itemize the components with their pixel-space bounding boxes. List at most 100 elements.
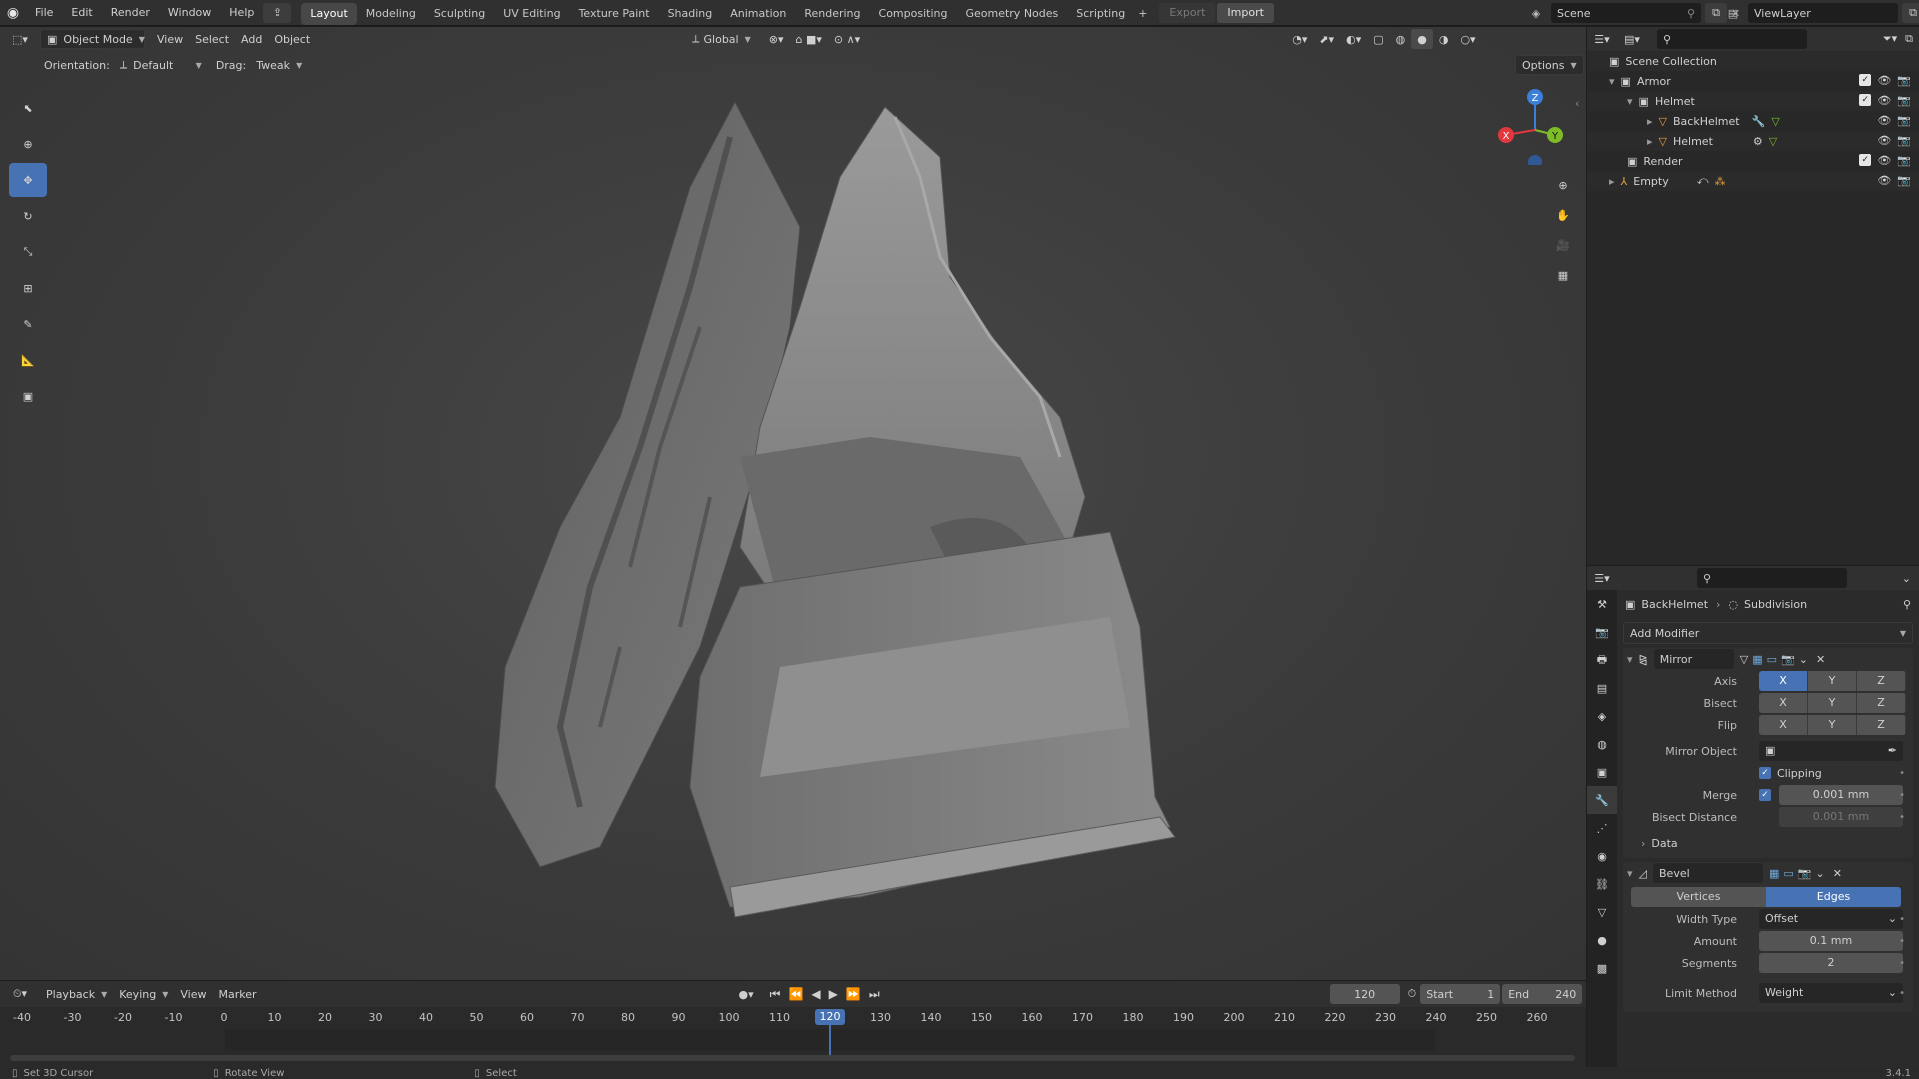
close-icon[interactable]: ✕ [1816, 653, 1825, 666]
physics-tab-icon[interactable]: ◉ [1587, 842, 1617, 870]
tab-uv-editing[interactable]: UV Editing [494, 3, 569, 25]
mesh-data-icon[interactable]: ▽ [1769, 135, 1777, 148]
menu-add[interactable]: Add [235, 29, 268, 49]
measure-icon[interactable]: 📐 [9, 343, 47, 377]
menu-file[interactable]: File [26, 0, 62, 26]
pivot-icon[interactable]: ⊗▾ [763, 29, 790, 49]
menu-keying[interactable]: Keying ▼ [113, 984, 174, 1004]
children-icon[interactable]: ⁂ [1715, 175, 1726, 188]
end-frame-field[interactable]: End 240 [1502, 984, 1583, 1004]
menu-view[interactable]: View [151, 29, 189, 49]
mirror-object-field[interactable]: ▣ ✒ [1759, 741, 1903, 761]
transform-orientation-dropdown[interactable]: ⟂ Global ▼ [686, 29, 757, 49]
expand-arrow-icon[interactable]: ▸ [1647, 115, 1653, 128]
outliner-type-icon[interactable]: ☰▾ [1587, 33, 1617, 46]
outliner-search-input[interactable]: ⚲ [1657, 29, 1807, 49]
render-icon[interactable]: 📷 [1798, 867, 1812, 880]
3d-viewport[interactable]: ⬚▾ ▣ Object Mode ▼ View Select Add Object … [0, 27, 1586, 980]
render-icon[interactable]: 📷 [1781, 653, 1795, 666]
bevel-name-field[interactable]: Bevel [1653, 863, 1763, 883]
modifier-icon[interactable]: ⚙ [1753, 135, 1763, 148]
keyframe-dot-icon[interactable]: • [1899, 768, 1905, 779]
material-tab-icon[interactable]: ● [1587, 926, 1617, 954]
tab-modeling[interactable]: Modeling [357, 3, 425, 25]
properties-type-icon[interactable]: ☰▾ [1587, 572, 1617, 585]
move-icon[interactable]: ✥ [9, 163, 47, 197]
options-dropdown[interactable]: Options ▼ [1515, 55, 1584, 75]
tab-rendering[interactable]: Rendering [795, 3, 869, 25]
axis-y-toggle[interactable]: Y [1808, 671, 1857, 691]
shading-rendered-icon[interactable]: ○▾ [1454, 29, 1481, 49]
merge-checkbox[interactable]: ✓ [1759, 789, 1771, 801]
tab-layout[interactable]: Layout [301, 2, 357, 25]
eye-icon[interactable]: 👁 [1877, 154, 1891, 167]
realtime-icon[interactable]: ▭ [1767, 653, 1777, 666]
flip-z-toggle[interactable]: Z [1857, 715, 1906, 735]
xray-icon[interactable]: ▢ [1367, 29, 1389, 49]
eye-icon[interactable]: 👁 [1877, 94, 1891, 107]
axis-gizmo[interactable]: Z Y X [1490, 85, 1570, 165]
collapse-arrow-icon[interactable]: ▾ [1627, 653, 1633, 666]
flip-x-toggle[interactable]: X [1759, 715, 1808, 735]
filter-icon[interactable]: ⏷▾ [1883, 32, 1897, 46]
vertices-toggle[interactable]: Vertices [1631, 887, 1766, 907]
texture-tab-icon[interactable]: ▩ [1587, 954, 1617, 982]
app-templates-icon[interactable]: ⇪ [263, 2, 292, 23]
mode-dropdown[interactable]: ▣ Object Mode ▼ [40, 29, 145, 49]
import-button[interactable]: Import [1217, 2, 1274, 23]
edit-cage-icon[interactable]: ▽ [1740, 653, 1748, 666]
add-cube-icon[interactable]: ▣ [9, 379, 47, 413]
exclude-checkbox[interactable]: ✓ [1859, 74, 1872, 86]
export-button[interactable]: Export [1159, 2, 1216, 23]
menu-playback[interactable]: Playback ▼ [40, 984, 113, 1004]
chevron-down-icon[interactable]: ⌄ [1816, 867, 1825, 880]
camera-icon[interactable]: 📷 [1897, 94, 1911, 107]
prev-keyframe-icon[interactable]: ⏪ [788, 987, 803, 1001]
shading-wireframe-icon[interactable]: ◍ [1390, 29, 1412, 49]
editor-type-icon[interactable]: ⬚▾ [0, 33, 40, 46]
camera-view-icon[interactable]: 🎥 [1549, 231, 1577, 259]
zoom-icon[interactable]: ⊕ [1549, 171, 1577, 199]
tab-scripting[interactable]: Scripting [1067, 3, 1134, 25]
eye-icon[interactable]: 👁 [1877, 174, 1891, 187]
expand-arrow-icon[interactable]: ▾ [1627, 95, 1633, 108]
output-tab-icon[interactable]: 🖶 [1587, 646, 1617, 674]
outliner-row[interactable]: ▾ ▣ Armor ✓ 👁 📷 [1587, 71, 1919, 91]
data-tab-icon[interactable]: ▽ [1587, 898, 1617, 926]
scale-icon[interactable]: ⤡ [9, 235, 47, 269]
scene-selector[interactable]: ◈ Scene ⚲ ⧉ ✕ [1525, 3, 1745, 23]
menu-marker[interactable]: Marker [212, 984, 262, 1004]
limit-method-dropdown[interactable]: Weight ⌄ [1759, 983, 1903, 1003]
new-collection-icon[interactable]: ⧉ [1905, 32, 1913, 46]
close-icon[interactable]: ✕ [1833, 867, 1842, 880]
menu-select[interactable]: Select [189, 29, 235, 49]
sidebar-toggle-icon[interactable]: ‹ [1575, 97, 1579, 110]
transform-icon[interactable]: ⊞ [9, 271, 47, 305]
collapse-arrow-icon[interactable]: ▾ [1627, 867, 1633, 880]
constraint-icon[interactable]: ⤺ [1697, 174, 1709, 188]
viewlayer-selector[interactable]: ▤ ViewLayer ⧉ ✕ [1722, 3, 1919, 23]
annotate-icon[interactable]: ✎ [9, 307, 47, 341]
keyframe-dot-icon[interactable]: • [1899, 790, 1905, 801]
axis-x-toggle[interactable]: X [1759, 671, 1808, 691]
select-box-icon[interactable]: ⬉ [9, 91, 47, 125]
eyedropper-icon[interactable]: ✒ [1888, 741, 1897, 761]
add-modifier-dropdown[interactable]: Add Modifier ▼ [1623, 622, 1913, 644]
outliner-row[interactable]: ▸ ▽ BackHelmet 🔧 ▽ 👁 📷 [1587, 111, 1919, 131]
snap-icon[interactable]: ⌂ ■▾ [790, 29, 828, 49]
pin-icon[interactable]: ⚲ [1903, 598, 1911, 611]
camera-icon[interactable]: 📷 [1897, 74, 1911, 87]
keyframe-dot-icon[interactable]: • [1899, 958, 1905, 969]
tab-shading[interactable]: Shading [659, 3, 722, 25]
tab-compositing[interactable]: Compositing [870, 3, 957, 25]
exclude-checkbox[interactable]: ✓ [1859, 94, 1872, 106]
keyframe-dot-icon[interactable]: • [1899, 812, 1905, 823]
timeline-type-icon[interactable]: ⏲▾ [0, 987, 40, 1001]
orientation-dropdown[interactable]: ⟂ Default ▼ [114, 55, 208, 75]
blender-logo-icon[interactable]: ◉ [0, 5, 26, 21]
outliner-row[interactable]: ▣ Render ✓ 👁 📷 [1587, 151, 1919, 171]
proportional-edit-icon[interactable]: ⊙ ∧▾ [828, 29, 866, 49]
bisect-y-toggle[interactable]: Y [1808, 693, 1857, 713]
chevron-down-icon[interactable]: ⌄ [1902, 572, 1911, 585]
start-frame-field[interactable]: Start 1 [1420, 984, 1501, 1004]
